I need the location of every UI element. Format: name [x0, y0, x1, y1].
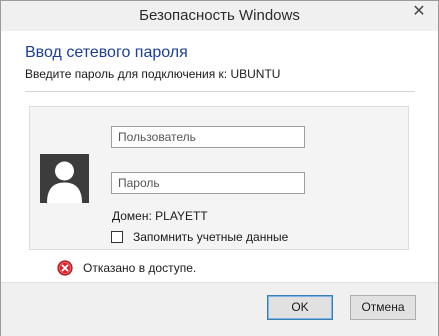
- credential-dialog: Безопасность Windows ✕ Ввод сетевого пар…: [0, 0, 439, 336]
- remember-label[interactable]: Запомнить учетные данные: [133, 230, 288, 244]
- close-icon[interactable]: ✕: [405, 2, 433, 22]
- remember-credentials-row[interactable]: Запомнить учетные данные: [111, 229, 288, 245]
- dialog-heading: Ввод сетевого пароля: [25, 44, 188, 61]
- ok-button[interactable]: OK: [267, 295, 333, 320]
- user-silhouette-icon: [40, 154, 89, 203]
- password-input[interactable]: [111, 172, 305, 194]
- cancel-button[interactable]: Отмена: [350, 295, 416, 320]
- dialog-subheading: Введите пароль для подключения к: UBUNTU: [25, 67, 281, 81]
- remember-checkbox[interactable]: [111, 231, 123, 243]
- divider: [25, 91, 415, 92]
- domain-label: Домен: PLAYETT: [112, 209, 208, 223]
- title-bar[interactable]: Безопасность Windows ✕: [1, 1, 438, 31]
- username-input[interactable]: [111, 126, 305, 148]
- button-bar: OK Отмена: [1, 282, 438, 336]
- error-message-row: Отказано в доступе.: [57, 259, 196, 277]
- window-title: Безопасность Windows: [139, 7, 300, 24]
- error-message: Отказано в доступе.: [83, 261, 197, 275]
- error-icon: [57, 260, 73, 276]
